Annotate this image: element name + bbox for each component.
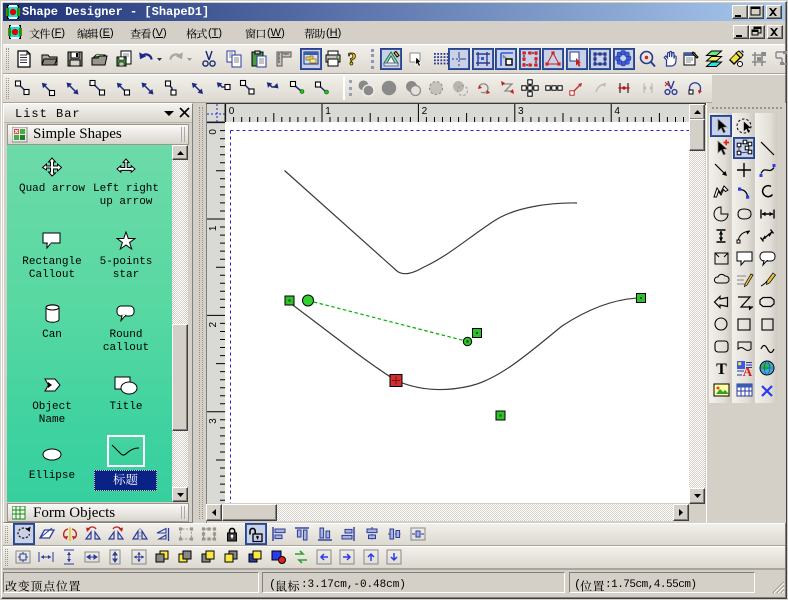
- svg-text:1: 1: [325, 106, 331, 117]
- svg-text:2: 2: [208, 321, 219, 327]
- svg-text:0: 0: [208, 129, 219, 135]
- svg-text:T: T: [716, 361, 727, 378]
- svg-text:2: 2: [422, 106, 428, 117]
- svg-text:4: 4: [614, 106, 620, 117]
- svg-text:1: 1: [208, 225, 219, 231]
- svg-text:A: A: [742, 364, 752, 378]
- svg-text:?: ?: [348, 50, 357, 68]
- svg-text:3: 3: [518, 106, 524, 117]
- svg-text:0: 0: [229, 106, 235, 117]
- svg-text:3: 3: [208, 418, 219, 424]
